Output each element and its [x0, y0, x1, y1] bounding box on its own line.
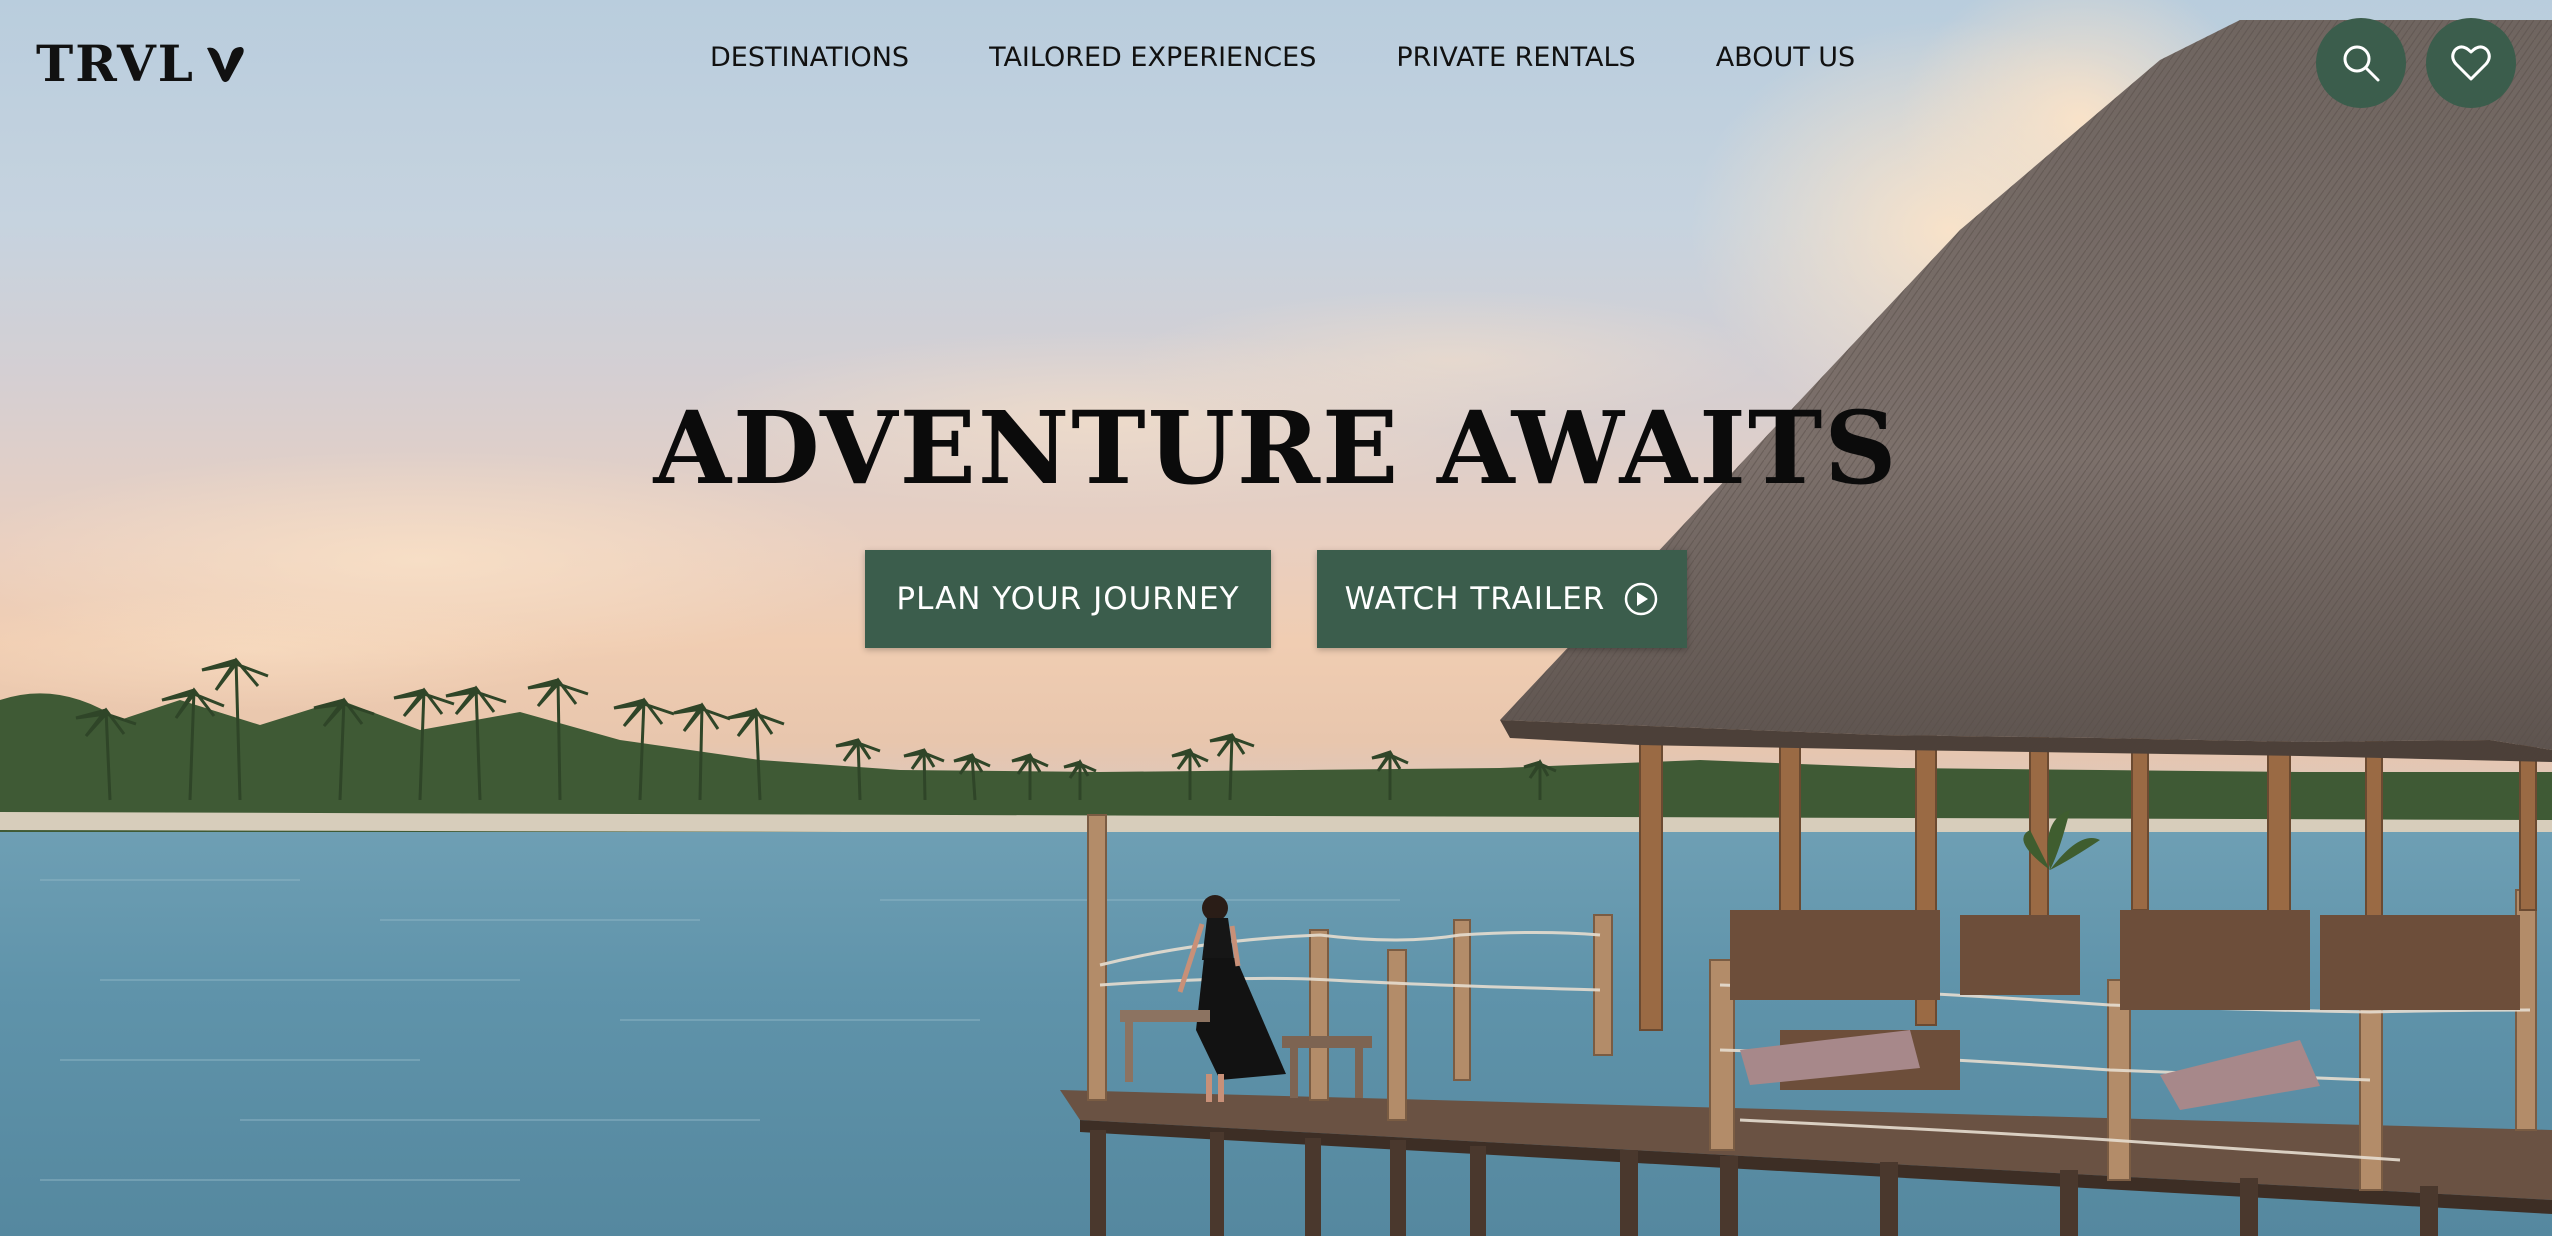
play-circle-icon: [1625, 582, 1658, 616]
hero-headline: ADVENTURE AWAITS: [653, 389, 1899, 507]
watch-trailer-label: WATCH TRAILER: [1344, 581, 1606, 617]
hero-cta-group: PLAN YOUR JOURNEY WATCH TRAILER: [0, 550, 2552, 648]
nav-destinations[interactable]: DESTINATIONS: [710, 38, 909, 78]
brand-logo[interactable]: TRVL: [36, 34, 245, 94]
heart-icon: [2451, 45, 2491, 81]
watch-trailer-button[interactable]: WATCH TRAILER: [1317, 550, 1687, 648]
plan-your-journey-button[interactable]: PLAN YOUR JOURNEY: [865, 550, 1271, 648]
favorites-button[interactable]: [2426, 18, 2516, 108]
nav-about-us[interactable]: ABOUT US: [1716, 38, 1856, 78]
plan-your-journey-label: PLAN YOUR JOURNEY: [896, 581, 1240, 617]
main-nav: DESTINATIONS TAILORED EXPERIENCES PRIVAT…: [710, 38, 1855, 78]
search-icon: [2343, 45, 2380, 82]
logo-text: TRVL: [36, 34, 195, 93]
search-button[interactable]: [2316, 18, 2406, 108]
hero-section: TRVL DESTINATIONS TAILORED EXPERIENCES P…: [0, 0, 2552, 1236]
nav-tailored-experiences[interactable]: TAILORED EXPERIENCES: [989, 38, 1316, 78]
nav-private-rentals[interactable]: PRIVATE RENTALS: [1396, 38, 1635, 78]
logo-mark-icon: [206, 47, 244, 82]
